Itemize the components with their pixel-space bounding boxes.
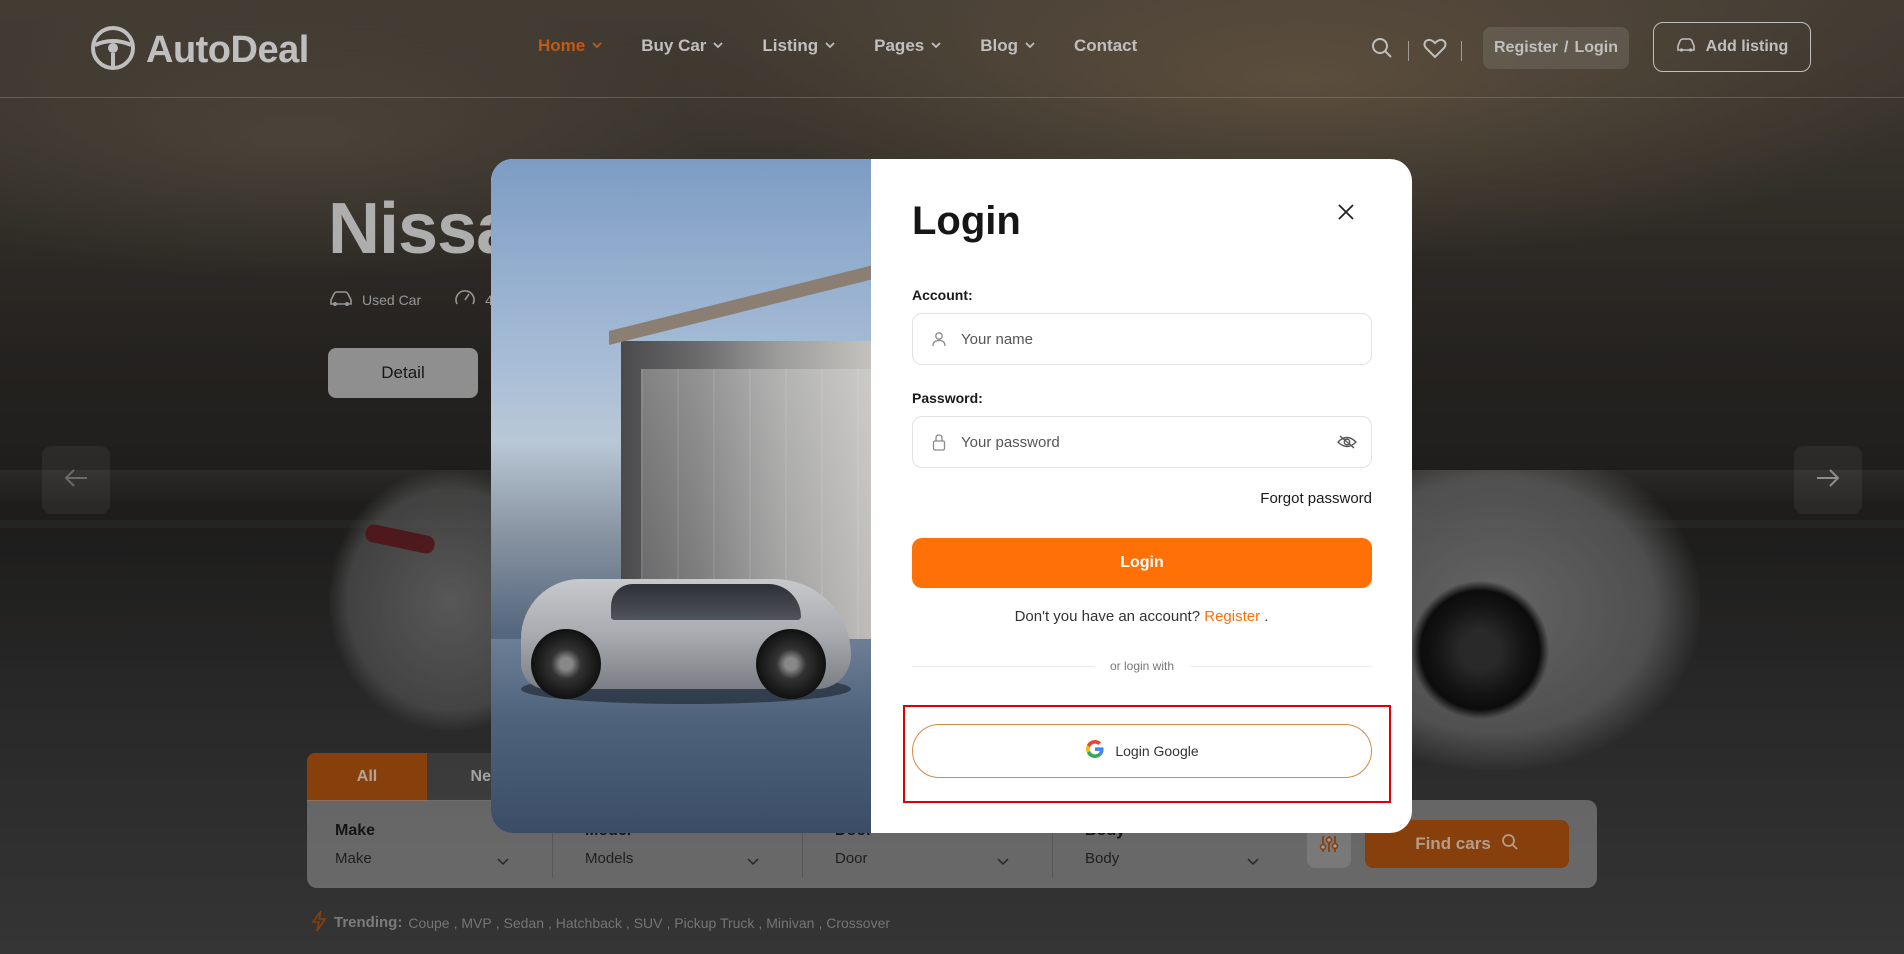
close-button[interactable] <box>1330 198 1362 230</box>
photo-car-wheel <box>531 629 601 699</box>
lock-icon <box>931 433 947 451</box>
register-link[interactable]: Register <box>1204 608 1260 625</box>
divider-line <box>912 665 1094 667</box>
or-login-with-text: or login with <box>1109 659 1175 673</box>
password-label: Password: <box>912 390 983 406</box>
user-icon <box>931 331 947 347</box>
account-input[interactable] <box>959 329 1371 349</box>
no-account-prompt: Don't you have an account? <box>1014 608 1201 625</box>
no-account-text: Don't you have an account? Register . <box>871 608 1412 625</box>
login-button[interactable]: Login <box>912 538 1372 588</box>
account-label: Account: <box>912 287 973 303</box>
highlight-box <box>903 705 1391 803</box>
photo-roof <box>609 263 871 345</box>
no-account-suffix: . <box>1264 608 1269 625</box>
password-input[interactable] <box>959 432 1337 452</box>
password-field[interactable] <box>912 416 1372 468</box>
eye-off-icon[interactable] <box>1337 434 1357 450</box>
account-field[interactable] <box>912 313 1372 365</box>
forgot-password-link[interactable]: Forgot password <box>1260 490 1372 507</box>
login-title: Login <box>912 199 1021 243</box>
or-divider: or login with <box>912 659 1372 673</box>
photo-car-window <box>611 584 801 620</box>
photo-car-wheel <box>756 629 826 699</box>
login-modal-image <box>491 159 871 833</box>
divider-line <box>1190 665 1372 667</box>
close-icon <box>1337 203 1355 226</box>
